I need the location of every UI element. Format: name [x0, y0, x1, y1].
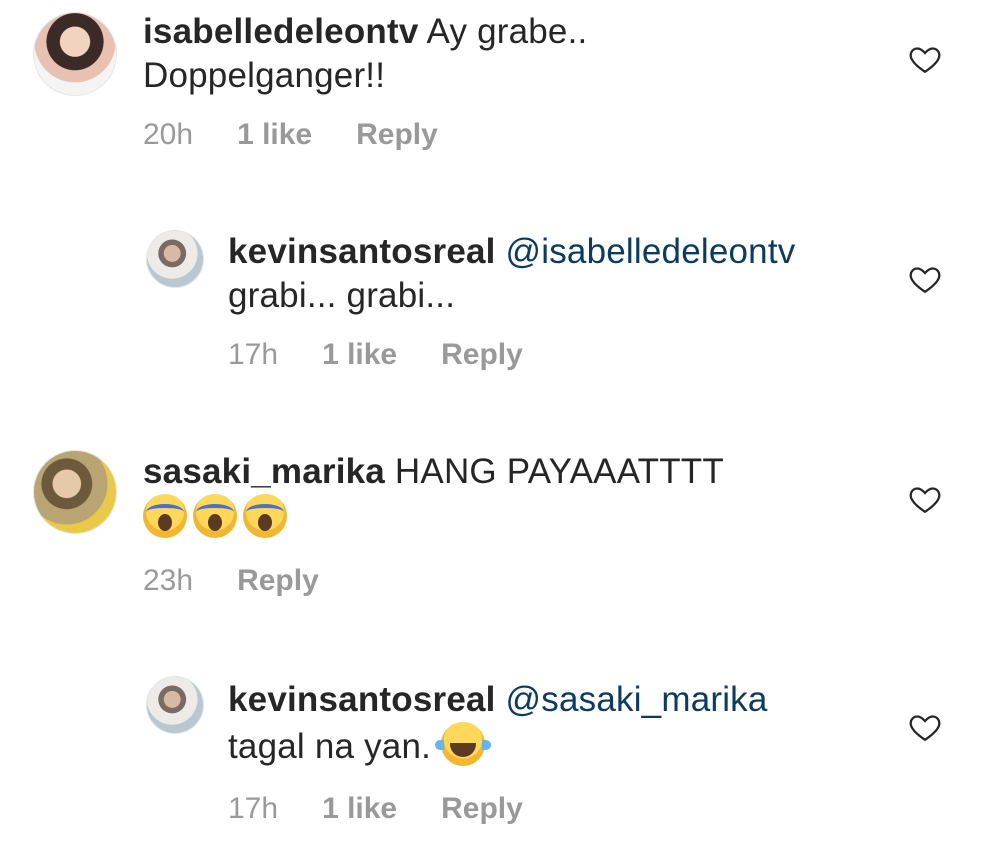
reply-item: kevinsantosreal @sasaki_marika tagal na … [0, 668, 1000, 857]
timestamp: 17h [228, 792, 279, 825]
comment-text: isabelledeleontv Ay grabe.. Doppelganger… [143, 10, 587, 98]
timestamp: 23h [143, 564, 194, 597]
reply-button[interactable]: Reply [441, 792, 523, 826]
reply-button[interactable]: Reply [237, 564, 319, 598]
comment-item: sasaki_marika HANG PAYAAATTTT 23h Reply [0, 440, 1000, 640]
comment-body-line2: Doppelganger!! [143, 56, 386, 95]
comment-body: tagal na yan. [228, 727, 432, 766]
username-link[interactable]: kevinsantosreal [228, 232, 496, 271]
avatar[interactable] [33, 12, 117, 96]
comment-text: kevinsantosreal @isabelledeleontv grabi.… [228, 230, 795, 318]
timestamp: 17h [228, 338, 279, 371]
comment-body: HANG PAYAAATTTT [394, 452, 724, 491]
comment-item: isabelledeleontv Ay grabe.. Doppelganger… [0, 0, 1000, 180]
comment-meta: 20h 1 like Reply [143, 118, 438, 152]
mention-link[interactable]: @isabelledeleontv [506, 232, 796, 271]
heart-outline-icon[interactable] [908, 262, 942, 296]
mention-link[interactable]: @sasaki_marika [506, 680, 768, 719]
comment-text: kevinsantosreal @sasaki_marika tagal na … [228, 678, 768, 769]
scream-emoji-icon [143, 494, 187, 538]
comment-meta: 17h 1 like Reply [228, 792, 523, 826]
reply-button[interactable]: Reply [356, 118, 438, 152]
laughing-emoji-icon [434, 722, 491, 766]
like-count[interactable]: 1 like [322, 792, 397, 826]
timestamp: 20h [143, 118, 194, 151]
comment-meta: 17h 1 like Reply [228, 338, 523, 372]
avatar[interactable] [146, 230, 204, 288]
username-link[interactable]: sasaki_marika [143, 452, 385, 491]
comment-body: grabi... grabi... [228, 276, 456, 315]
reply-item: kevinsantosreal @isabelledeleontv grabi.… [0, 220, 1000, 400]
comment-body: Ay grabe.. [426, 12, 588, 51]
scream-emoji-icon [193, 494, 237, 538]
reply-button[interactable]: Reply [441, 338, 523, 372]
username-link[interactable]: kevinsantosreal [228, 680, 496, 719]
like-count[interactable]: 1 like [322, 338, 397, 372]
comment-text: sasaki_marika HANG PAYAAATTTT [143, 450, 724, 541]
scream-emoji-icon [243, 494, 287, 538]
avatar[interactable] [33, 450, 117, 534]
username-link[interactable]: isabelledeleontv [143, 12, 419, 51]
avatar[interactable] [146, 676, 204, 734]
heart-outline-icon[interactable] [908, 42, 942, 76]
heart-outline-icon[interactable] [908, 482, 942, 516]
heart-outline-icon[interactable] [908, 710, 942, 744]
comment-meta: 23h Reply [143, 564, 319, 598]
like-count[interactable]: 1 like [237, 118, 312, 152]
